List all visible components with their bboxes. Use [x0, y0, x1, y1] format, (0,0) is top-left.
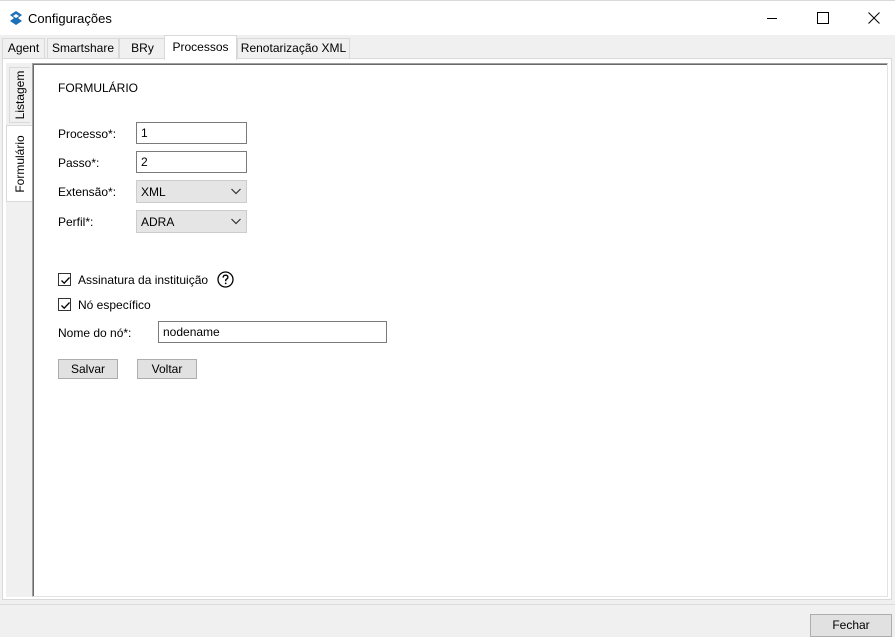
- tab-smartshare[interactable]: Smartshare: [47, 38, 119, 59]
- nome-no-input[interactable]: nodename: [158, 321, 387, 343]
- smartshare-logo-icon: [10, 11, 22, 25]
- side-tab-listagem-label: Listagem: [13, 70, 27, 120]
- maximize-button[interactable]: [800, 1, 846, 35]
- no-especifico-checkbox[interactable]: [58, 298, 71, 311]
- assinatura-checkbox[interactable]: [58, 273, 71, 286]
- extensao-selected-value: XML: [141, 185, 166, 199]
- assinatura-label[interactable]: Assinatura da instituição: [78, 273, 208, 287]
- passo-label: Passo*:: [58, 156, 100, 170]
- tab-agent[interactable]: Agent: [2, 38, 45, 59]
- salvar-button[interactable]: Salvar: [58, 359, 118, 379]
- processos-tab-page: Listagem Formulário FORMULÁRIO Processo*…: [2, 58, 892, 600]
- form-panel-inner: FORMULÁRIO Processo*: 1 Passo*: 2 Extens…: [33, 64, 887, 596]
- voltar-button[interactable]: Voltar: [137, 359, 197, 379]
- form-panel: FORMULÁRIO Processo*: 1 Passo*: 2 Extens…: [32, 63, 888, 597]
- minimize-button[interactable]: [749, 1, 795, 35]
- configuracoes-window: Configurações Agent Smartshare BRy Proce…: [0, 0, 895, 637]
- tab-renotarizacao-xml[interactable]: Renotarização XML: [237, 38, 350, 59]
- close-icon: [868, 12, 880, 24]
- checkmark-icon: [61, 302, 70, 310]
- tab-processos[interactable]: Processos: [164, 35, 237, 60]
- minimize-icon: [767, 18, 777, 19]
- footer-divider: [0, 604, 895, 605]
- perfil-label: Perfil*:: [58, 215, 94, 229]
- title-bar: Configurações: [0, 0, 895, 35]
- tab-bry[interactable]: BRy: [119, 38, 166, 59]
- section-title: FORMULÁRIO: [58, 81, 139, 95]
- extensao-label: Extensão*:: [58, 185, 117, 199]
- help-icon[interactable]: [217, 271, 234, 288]
- side-tabstrip: Listagem Formulário: [6, 63, 33, 597]
- maximize-icon: [817, 12, 829, 24]
- no-especifico-label[interactable]: Nó específico: [78, 298, 151, 312]
- processo-input[interactable]: 1: [136, 122, 247, 144]
- side-tab-listagem[interactable]: Listagem: [9, 67, 30, 123]
- main-tabstrip: Agent Smartshare BRy Processos Renotariz…: [0, 35, 895, 60]
- side-tab-formulario-label: Formulário: [12, 134, 27, 193]
- close-button[interactable]: [851, 1, 895, 35]
- extensao-select[interactable]: XML: [136, 180, 247, 203]
- side-tab-formulario[interactable]: Formulário: [6, 125, 32, 202]
- window-title: Configurações: [28, 11, 112, 26]
- processo-label: Processo*:: [58, 127, 117, 141]
- perfil-selected-value: ADRA: [141, 215, 175, 229]
- chevron-down-icon: [231, 218, 241, 225]
- fechar-button[interactable]: Fechar: [810, 614, 892, 637]
- chevron-down-icon: [231, 188, 241, 195]
- nome-no-label: Nome do nó*:: [58, 326, 132, 340]
- passo-input[interactable]: 2: [136, 151, 247, 173]
- perfil-select[interactable]: ADRA: [136, 210, 247, 233]
- checkmark-icon: [61, 277, 70, 285]
